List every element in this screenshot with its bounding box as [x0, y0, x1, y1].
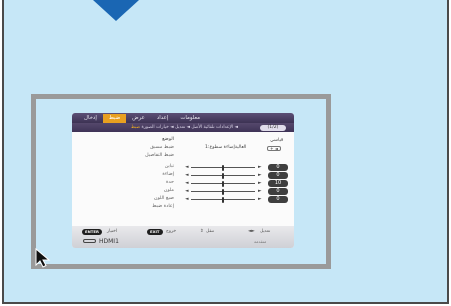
tab-adjust[interactable]: ضبط	[102, 114, 127, 123]
menu-tab-bar: معلومات إعداد عرض ضبط إدخال	[72, 113, 294, 123]
arrow-left-icon[interactable]: ◄	[185, 196, 189, 203]
menu-item-brightness[interactable]: إضاءة	[114, 172, 174, 177]
arrow-left-icon[interactable]: ◄	[185, 180, 189, 187]
menu-item-contrast[interactable]: تباين	[114, 164, 174, 169]
slider-value: 0	[268, 172, 288, 179]
arrow-right-icon[interactable]: ►	[258, 196, 262, 203]
tab-input[interactable]: إدخال	[78, 114, 103, 123]
osd-menu: معلومات إعداد عرض ضبط إدخال ◄ الإعدادات …	[72, 113, 294, 248]
move-hint: تنقل	[206, 229, 215, 234]
arrow-right-icon[interactable]: ►	[258, 180, 262, 187]
preset-row[interactable]: 1:العاليةإضاءة سطوع + ◄	[205, 145, 281, 151]
preset-stepper[interactable]: + ◄	[267, 146, 281, 151]
breadcrumb-active: ضبط	[130, 125, 141, 130]
enter-key: ENTER	[82, 229, 102, 235]
menu-item-color[interactable]: ملون	[114, 188, 174, 193]
tab-display[interactable]: عرض	[126, 114, 151, 123]
menu-mode-label: متقدمة	[254, 238, 267, 244]
slider-value: 0	[268, 164, 288, 171]
menu-item-detail-settings[interactable]: ضبط التفاصيل	[114, 153, 174, 158]
slider-knob[interactable]	[221, 172, 225, 179]
exit-hint: خروج	[166, 229, 177, 234]
arrow-right-icon[interactable]: ►	[258, 188, 262, 195]
slider-value: 0	[268, 196, 288, 203]
slider-row[interactable]: ◄ ► 0	[184, 172, 294, 179]
mouse-cursor-icon	[35, 247, 51, 268]
exit-key: EXIT	[147, 229, 163, 235]
adjust-hint: تعديل	[260, 229, 271, 234]
slider-value: 10	[268, 180, 288, 187]
page-indicator: (1/2)	[260, 124, 286, 131]
input-source-label: HDMI1	[99, 237, 119, 245]
enter-hint: اختيار	[107, 229, 118, 234]
slider-knob[interactable]	[221, 164, 225, 171]
arrow-right-icon[interactable]: ►	[258, 172, 262, 179]
tab-setup[interactable]: إعداد	[151, 114, 174, 123]
arrow-left-icon[interactable]: ◄	[185, 172, 189, 179]
move-hint-icon: ⇕	[200, 229, 204, 234]
adjust-hint-icon: ◄►	[248, 229, 255, 234]
slider-knob[interactable]	[221, 196, 225, 203]
tab-information[interactable]: معلومات	[174, 114, 206, 123]
arrow-left-icon[interactable]: ◄	[185, 164, 189, 171]
menu-body: الوضع ضبط مسبق ضبط التفاصيل تباين إضاءة …	[72, 132, 294, 226]
slider-row[interactable]: ◄ ► 0	[184, 196, 294, 203]
slider-row[interactable]: ◄ ► 0	[184, 188, 294, 195]
menu-item-preset[interactable]: ضبط مسبق	[114, 145, 174, 150]
mode-value: قياسي	[270, 138, 284, 143]
menu-item-hue[interactable]: صبغ اللون	[114, 196, 174, 201]
preset-value: 1:العاليةإضاءة سطوع	[205, 145, 247, 150]
menu-item-mode[interactable]: الوضع	[114, 137, 174, 142]
slider-row[interactable]: ◄ ► 10	[184, 180, 294, 187]
top-triangle-indicator	[93, 0, 139, 21]
menu-footer: ENTER اختيار EXIT خروج ⇕ تنقل ◄► تعديل H…	[72, 226, 294, 248]
slider-value: 0	[268, 188, 288, 195]
slider-knob[interactable]	[221, 188, 225, 195]
breadcrumb-path: ◄ الإعدادات تلقائية الأصل ◄ تعديل ◄ خيار…	[141, 125, 238, 130]
slider-row[interactable]: ◄ ► 0	[184, 164, 294, 171]
slider-knob[interactable]	[221, 180, 225, 187]
menu-item-reset[interactable]: إعادة ضبط	[114, 204, 174, 209]
breadcrumb: ◄ الإعدادات تلقائية الأصل ◄ تعديل ◄ خيار…	[72, 123, 294, 132]
hdmi-input-icon	[83, 239, 96, 243]
arrow-right-icon[interactable]: ►	[258, 164, 262, 171]
menu-item-sharpness[interactable]: حدة	[114, 180, 174, 185]
arrow-left-icon[interactable]: ◄	[185, 188, 189, 195]
